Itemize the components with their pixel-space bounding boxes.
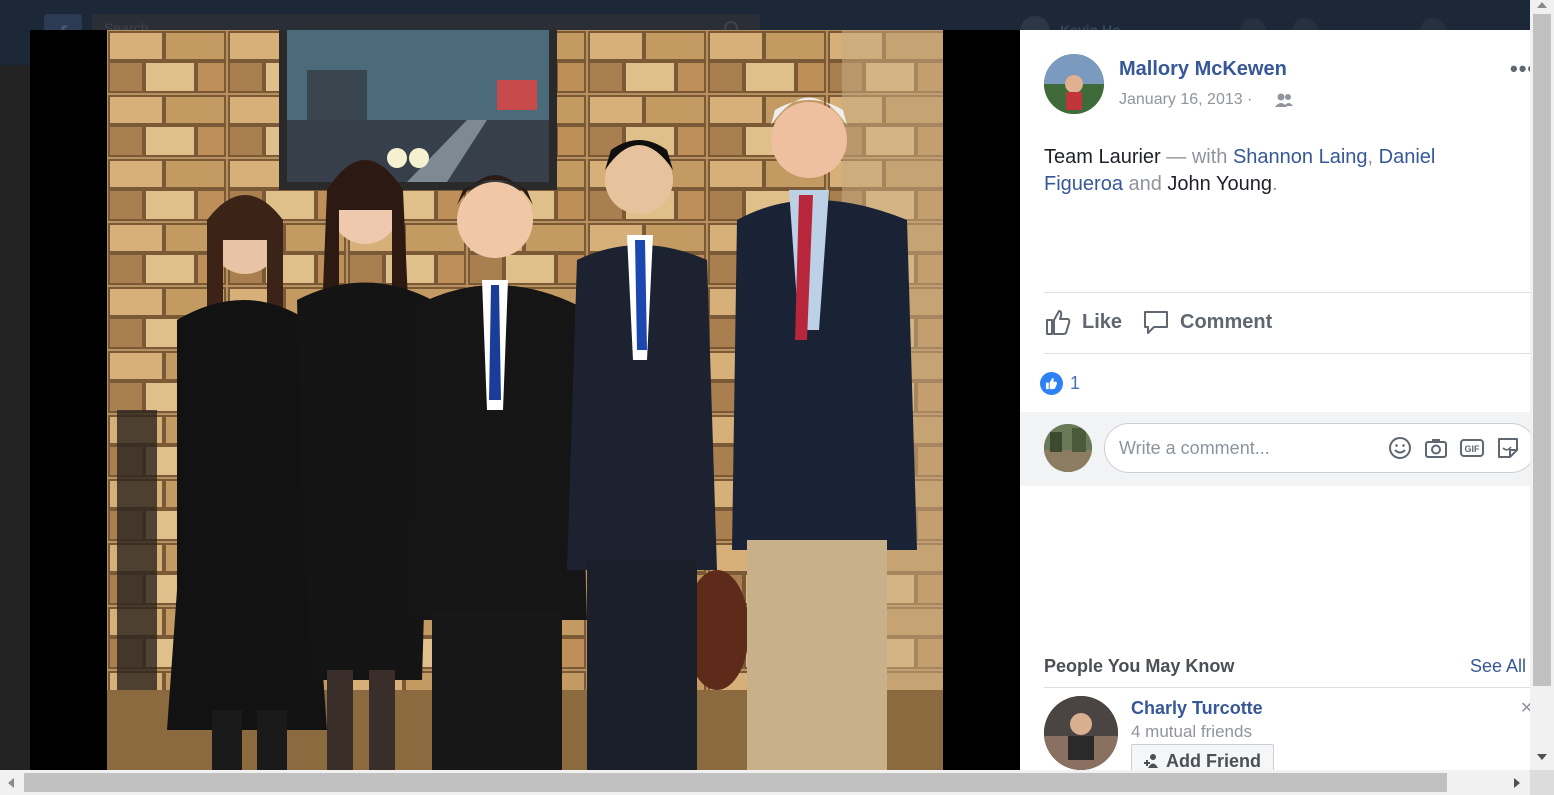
vertical-scrollbar[interactable]: [1530, 0, 1554, 770]
caption-and: and: [1122, 173, 1168, 195]
author-name[interactable]: Mallory McKewen: [1119, 58, 1287, 81]
comment-input[interactable]: Write a comment... GIF: [1104, 423, 1530, 473]
more-options-button[interactable]: •••: [1510, 56, 1530, 82]
post-photo[interactable]: [107, 30, 943, 770]
reaction-count[interactable]: 1: [1070, 373, 1080, 394]
horizontal-scrollbar[interactable]: [0, 770, 1554, 795]
sticker-icon[interactable]: [1495, 435, 1521, 461]
pymk-title: People You May Know: [1044, 656, 1235, 676]
like-reaction-icon[interactable]: [1040, 372, 1063, 395]
scroll-right-arrow-icon[interactable]: [1514, 778, 1520, 788]
emoji-icon[interactable]: [1387, 435, 1413, 461]
camera-icon[interactable]: [1423, 435, 1449, 461]
caption-with: — with: [1160, 146, 1233, 168]
author-avatar[interactable]: [1044, 54, 1104, 114]
friends-icon[interactable]: [1274, 92, 1294, 108]
scroll-left-arrow-icon[interactable]: [8, 778, 14, 788]
comment-label: Comment: [1180, 310, 1273, 333]
tagged-user-link[interactable]: Shannon Laing: [1233, 146, 1368, 168]
scroll-up-arrow-icon[interactable]: [1537, 2, 1547, 8]
scrollbar-corner: [1530, 770, 1554, 795]
divider: [1044, 353, 1530, 354]
gif-icon[interactable]: GIF: [1459, 435, 1485, 461]
thumbs-up-icon: [1046, 310, 1071, 335]
comment-placeholder: Write a comment...: [1119, 438, 1270, 458]
comment-composer: Write a comment... GIF: [1020, 412, 1530, 486]
post-side-panel: Mallory McKewen January 16, 2013 · ••• T…: [1020, 30, 1530, 770]
suggested-person-name[interactable]: Charly Turcotte: [1131, 698, 1263, 719]
close-icon[interactable]: ✕: [1520, 698, 1530, 718]
vertical-scroll-thumb[interactable]: [1533, 14, 1551, 686]
caption-period: .: [1271, 173, 1278, 195]
see-all-link[interactable]: See All: [1470, 656, 1526, 677]
add-friend-button[interactable]: Add Friend: [1131, 744, 1274, 770]
divider: [1044, 292, 1530, 293]
add-friend-icon: [1144, 754, 1158, 768]
tagged-user-text: John Young: [1167, 173, 1272, 195]
gif-label: GIF: [1465, 444, 1481, 454]
suggested-person-avatar[interactable]: [1044, 696, 1118, 770]
photo-theater: [30, 30, 1020, 770]
like-label: Like: [1082, 310, 1123, 333]
post-caption: Team Laurier — with Shannon Laing, Danie…: [1044, 144, 1514, 198]
comment-button[interactable]: Comment: [1142, 308, 1272, 336]
scroll-down-arrow-icon[interactable]: [1537, 754, 1547, 760]
post-date[interactable]: January 16, 2013 ·: [1119, 91, 1252, 109]
caption-comma: ,: [1367, 146, 1379, 168]
caption-text: Team Laurier: [1044, 146, 1161, 168]
horizontal-scroll-thumb[interactable]: [24, 773, 1447, 792]
commenter-avatar[interactable]: [1044, 424, 1092, 472]
comment-bubble-icon: [1144, 311, 1168, 334]
mutual-friends-count[interactable]: 4 mutual friends: [1131, 722, 1252, 742]
like-button[interactable]: Like: [1044, 308, 1122, 336]
add-friend-label: Add Friend: [1166, 751, 1261, 770]
divider: [1044, 687, 1530, 688]
